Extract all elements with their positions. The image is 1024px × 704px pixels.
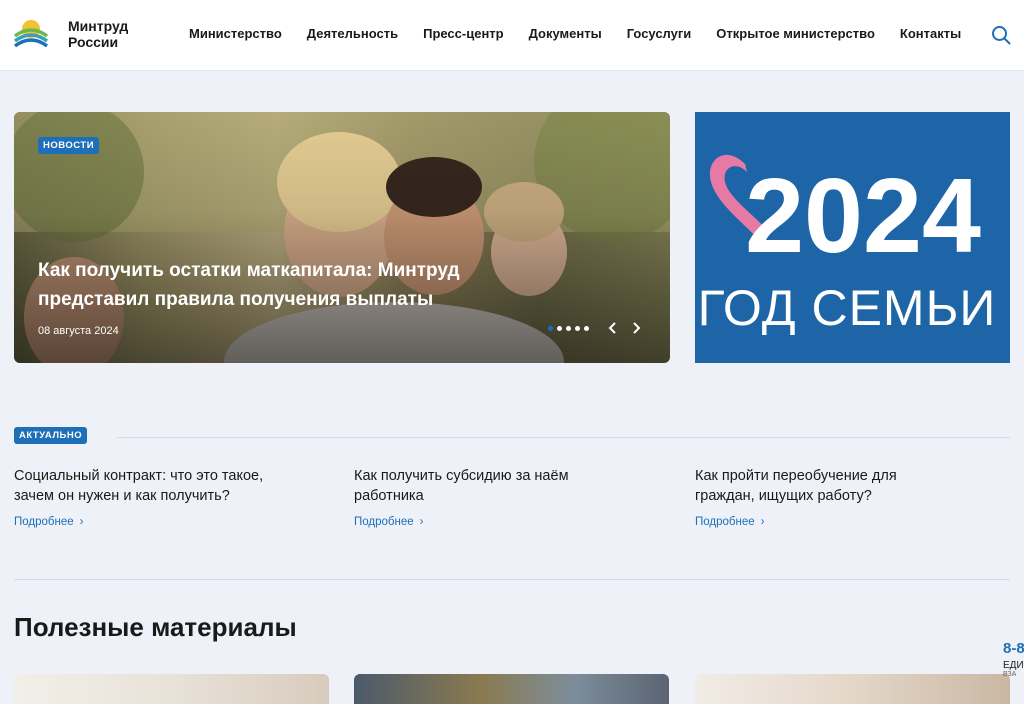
nav-item-ministry[interactable]: Министерство: [189, 26, 282, 41]
more-link-label: Подробнее: [695, 516, 755, 528]
chevron-right-icon: ›: [419, 516, 424, 528]
actual-item-title[interactable]: Социальный контракт: что это такое, заче…: [14, 466, 264, 506]
actual-badge[interactable]: АКТУАЛЬНО: [14, 427, 88, 444]
hero-date: 08 августа 2024: [38, 325, 119, 337]
news-badge[interactable]: НОВОСТИ: [38, 137, 100, 154]
nav-item-contacts[interactable]: Контакты: [900, 26, 961, 41]
year-of-family-banner[interactable]: 2024 ГОД СЕМЬИ: [695, 112, 1010, 363]
section-divider: [117, 437, 1010, 438]
nav-item-press-center[interactable]: Пресс-центр: [423, 26, 504, 41]
useful-materials-title: Полезные материалы: [14, 612, 297, 642]
nav-item-activity[interactable]: Деятельность: [307, 26, 398, 41]
more-link-label: Подробнее: [14, 516, 74, 528]
more-link[interactable]: Подробнее ›: [14, 516, 83, 528]
chevron-right-icon: ›: [79, 516, 84, 528]
hotline-sublabel: ВЗА: [1003, 671, 1017, 678]
nav-item-open-ministry[interactable]: Открытое министерство: [716, 26, 875, 41]
hotline-label: ЕДИ: [1003, 660, 1024, 671]
main-nav: Министерство Деятельность Пресс-центр До…: [189, 26, 961, 41]
slider-dot[interactable]: [575, 326, 580, 331]
section-divider: [14, 579, 1010, 580]
slider-dot[interactable]: [557, 326, 562, 331]
material-card[interactable]: [354, 674, 669, 704]
actual-item: Социальный контракт: что это такое, заче…: [14, 466, 264, 530]
actual-item: Как получить субсидию за наём работника …: [354, 466, 604, 530]
actual-item: Как пройти переобучение для граждан, ищу…: [695, 466, 945, 530]
nav-item-gosuslugi[interactable]: Госуслуги: [627, 26, 692, 41]
logo-icon[interactable]: [13, 16, 49, 52]
slider-dot[interactable]: [584, 326, 589, 331]
family-caption: ГОД СЕМЬИ: [698, 280, 997, 336]
more-link[interactable]: Подробнее ›: [695, 516, 764, 528]
chevron-right-icon: ›: [760, 516, 765, 528]
hotline-widget[interactable]: 8-8 ЕДИ ВЗА: [1003, 640, 1024, 704]
slider-dots: [548, 326, 593, 331]
actual-item-title[interactable]: Как пройти переобучение для граждан, ищу…: [695, 466, 945, 506]
year-text: 2024 ГОД СЕМЬИ: [698, 157, 997, 336]
slider-dot[interactable]: [566, 326, 571, 331]
logo-text[interactable]: Минтруд России: [68, 18, 158, 50]
more-link[interactable]: Подробнее ›: [354, 516, 423, 528]
slider-dot[interactable]: [548, 326, 553, 331]
hero-title[interactable]: Как получить остатки маткапитала: Минтру…: [38, 256, 508, 314]
material-card[interactable]: [695, 674, 1010, 704]
chevron-left-icon[interactable]: [606, 321, 620, 335]
hero-slider[interactable]: НОВОСТИ Как получить остатки маткапитала…: [14, 112, 670, 363]
material-card[interactable]: [14, 674, 329, 704]
chevron-right-icon[interactable]: [629, 321, 643, 335]
nav-item-documents[interactable]: Документы: [529, 26, 602, 41]
year-label: 2024: [745, 157, 981, 275]
site-header: Минтруд России Министерство Деятельность…: [0, 0, 1024, 71]
actual-item-title[interactable]: Как получить субсидию за наём работника: [354, 466, 604, 506]
hotline-number: 8-8: [1003, 640, 1024, 657]
search-icon[interactable]: [990, 24, 1012, 46]
more-link-label: Подробнее: [354, 516, 414, 528]
